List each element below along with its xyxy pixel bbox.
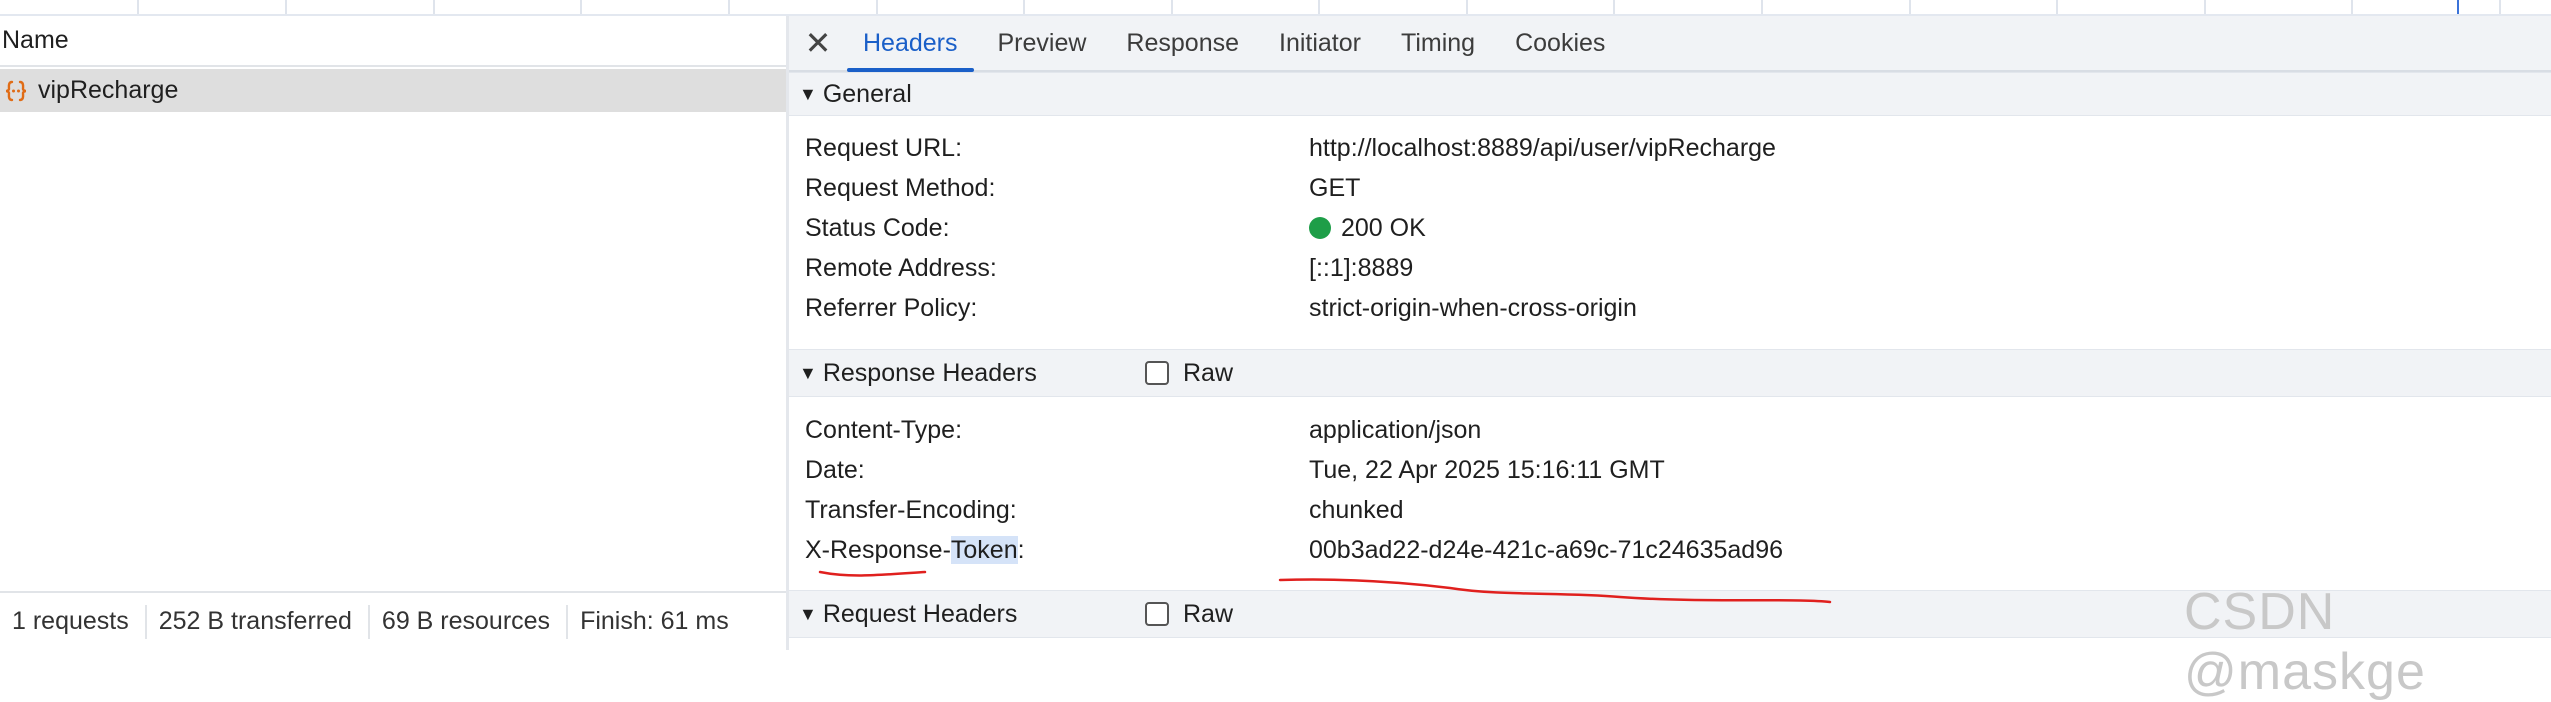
tab-timing[interactable]: Timing xyxy=(1381,16,1495,70)
timeline-gridline xyxy=(580,0,582,14)
close-icon[interactable]: ✕ xyxy=(793,16,843,70)
response-row-content-type: Content-Type: application/json xyxy=(805,410,2545,450)
timeline-gridline xyxy=(1023,0,1025,14)
raw-label: Raw xyxy=(1183,599,1234,628)
timeline-gridline xyxy=(2499,0,2501,14)
tab-response[interactable]: Response xyxy=(1106,16,1259,70)
response-row-x-response-token: X-Response-Token: 00b3ad22-d24e-421c-a69… xyxy=(805,530,2545,570)
timeline-gridline xyxy=(728,0,730,14)
response-row-transfer-encoding: Transfer-Encoding: chunked xyxy=(805,490,2545,530)
request-count: 1 requests xyxy=(0,604,147,639)
general-row-request-url: Request URL: http://localhost:8889/api/u… xyxy=(805,128,2545,168)
header-value: [::1]:8889 xyxy=(1309,253,1414,282)
general-row-referrer-policy: Referrer Policy: strict-origin-when-cros… xyxy=(805,288,2545,328)
response-headers-section-header[interactable]: ▼ Response Headers Raw xyxy=(789,349,2551,397)
header-key: Date: xyxy=(805,455,865,484)
header-value: GET xyxy=(1309,173,1361,202)
tab-preview[interactable]: Preview xyxy=(978,16,1107,70)
collapse-triangle-icon: ▼ xyxy=(799,603,817,624)
timeline-gridline xyxy=(285,0,287,14)
raw-checkbox[interactable] xyxy=(1145,602,1169,626)
general-section-header[interactable]: ▼ General xyxy=(789,72,2551,116)
timeline-gridline xyxy=(2204,0,2206,14)
response-row-date: Date: Tue, 22 Apr 2025 15:16:11 GMT xyxy=(805,450,2545,490)
general-section-title: General xyxy=(822,79,912,108)
transferred-size: 252 B transferred xyxy=(147,604,370,639)
timeline-gridline xyxy=(137,0,139,14)
header-key-token: X-Response-Token: xyxy=(805,535,1309,565)
tab-cookies[interactable]: Cookies xyxy=(1495,16,1625,70)
header-value: strict-origin-when-cross-origin xyxy=(1309,293,1637,322)
timeline-gridline xyxy=(2056,0,2058,14)
general-row-status-code: Status Code: 200 OK xyxy=(805,208,2545,248)
finish-time: Finish: 61 ms xyxy=(580,607,729,635)
header-key: Request URL: xyxy=(805,133,963,162)
watermark: CSDN @maskge xyxy=(2184,583,2426,701)
timeline-marker xyxy=(2457,0,2459,14)
general-row-request-method: Request Method: GET xyxy=(805,168,2545,208)
timeline-gridline xyxy=(1761,0,1763,14)
timeline-gridline xyxy=(433,0,435,14)
raw-label: Raw xyxy=(1183,358,1234,387)
collapse-triangle-icon: ▼ xyxy=(799,83,817,104)
resources-size: 69 B resources xyxy=(370,604,569,639)
raw-checkbox[interactable] xyxy=(1145,361,1169,385)
request-headers-title: Request Headers xyxy=(822,599,1018,628)
request-name: vipRecharge xyxy=(38,76,179,104)
network-status-bar: 1 requests 252 B transferred 69 B resour… xyxy=(0,591,786,650)
name-column-header[interactable]: Name xyxy=(0,16,786,67)
highlighted-search-match: Token xyxy=(950,535,1018,564)
fetch-braces-icon xyxy=(2,77,30,105)
name-column-label: Name xyxy=(2,26,69,54)
request-row[interactable]: vipRecharge xyxy=(0,69,786,112)
timeline-gridline xyxy=(1613,0,1615,14)
details-tab-bar: ✕ Headers Preview Response Initiator Tim… xyxy=(789,16,2551,72)
tab-headers[interactable]: Headers xyxy=(843,16,978,72)
header-value: application/json xyxy=(1309,415,1482,444)
token-value: 00b3ad22-d24e-421c-a69c-71c24635ad96 xyxy=(1309,535,1784,564)
timeline-gridline xyxy=(1171,0,1173,14)
timeline-gridline xyxy=(2351,0,2353,14)
header-key: Remote Address: xyxy=(805,253,997,282)
status-text: 200 OK xyxy=(1341,213,1426,242)
header-key: Referrer Policy: xyxy=(805,293,978,322)
header-key: Content-Type: xyxy=(805,415,963,444)
key-part: X-Response- xyxy=(805,535,951,564)
timeline-gridline xyxy=(1318,0,1320,14)
request-list-pane: Name vipRecharge 1 requests 252 B transf… xyxy=(0,16,786,650)
header-key: Request Method: xyxy=(805,173,996,202)
timeline-gridline xyxy=(876,0,878,14)
key-part: : xyxy=(1017,535,1025,564)
response-headers-title: Response Headers xyxy=(822,358,1037,387)
header-value: chunked xyxy=(1309,495,1404,524)
general-row-remote-address: Remote Address: [::1]:8889 xyxy=(805,248,2545,288)
timeline-gridline xyxy=(1466,0,1468,14)
status-ok-dot-icon xyxy=(1309,217,1331,239)
status-value: 200 OK xyxy=(1309,214,1426,243)
header-key: Transfer-Encoding: xyxy=(805,495,1017,524)
header-key: Status Code: xyxy=(805,213,950,242)
tab-initiator[interactable]: Initiator xyxy=(1259,16,1381,70)
collapse-triangle-icon: ▼ xyxy=(799,362,817,383)
raw-toggle[interactable]: Raw xyxy=(1145,359,1233,388)
raw-toggle[interactable]: Raw xyxy=(1145,600,1233,629)
request-details-pane: ✕ Headers Preview Response Initiator Tim… xyxy=(789,16,2551,650)
header-value: http://localhost:8889/api/user/vipRechar… xyxy=(1309,133,1776,162)
timeline-gridline xyxy=(1909,0,1911,14)
timeline-overview[interactable] xyxy=(0,0,2551,16)
header-value: Tue, 22 Apr 2025 15:16:11 GMT xyxy=(1309,455,1665,484)
